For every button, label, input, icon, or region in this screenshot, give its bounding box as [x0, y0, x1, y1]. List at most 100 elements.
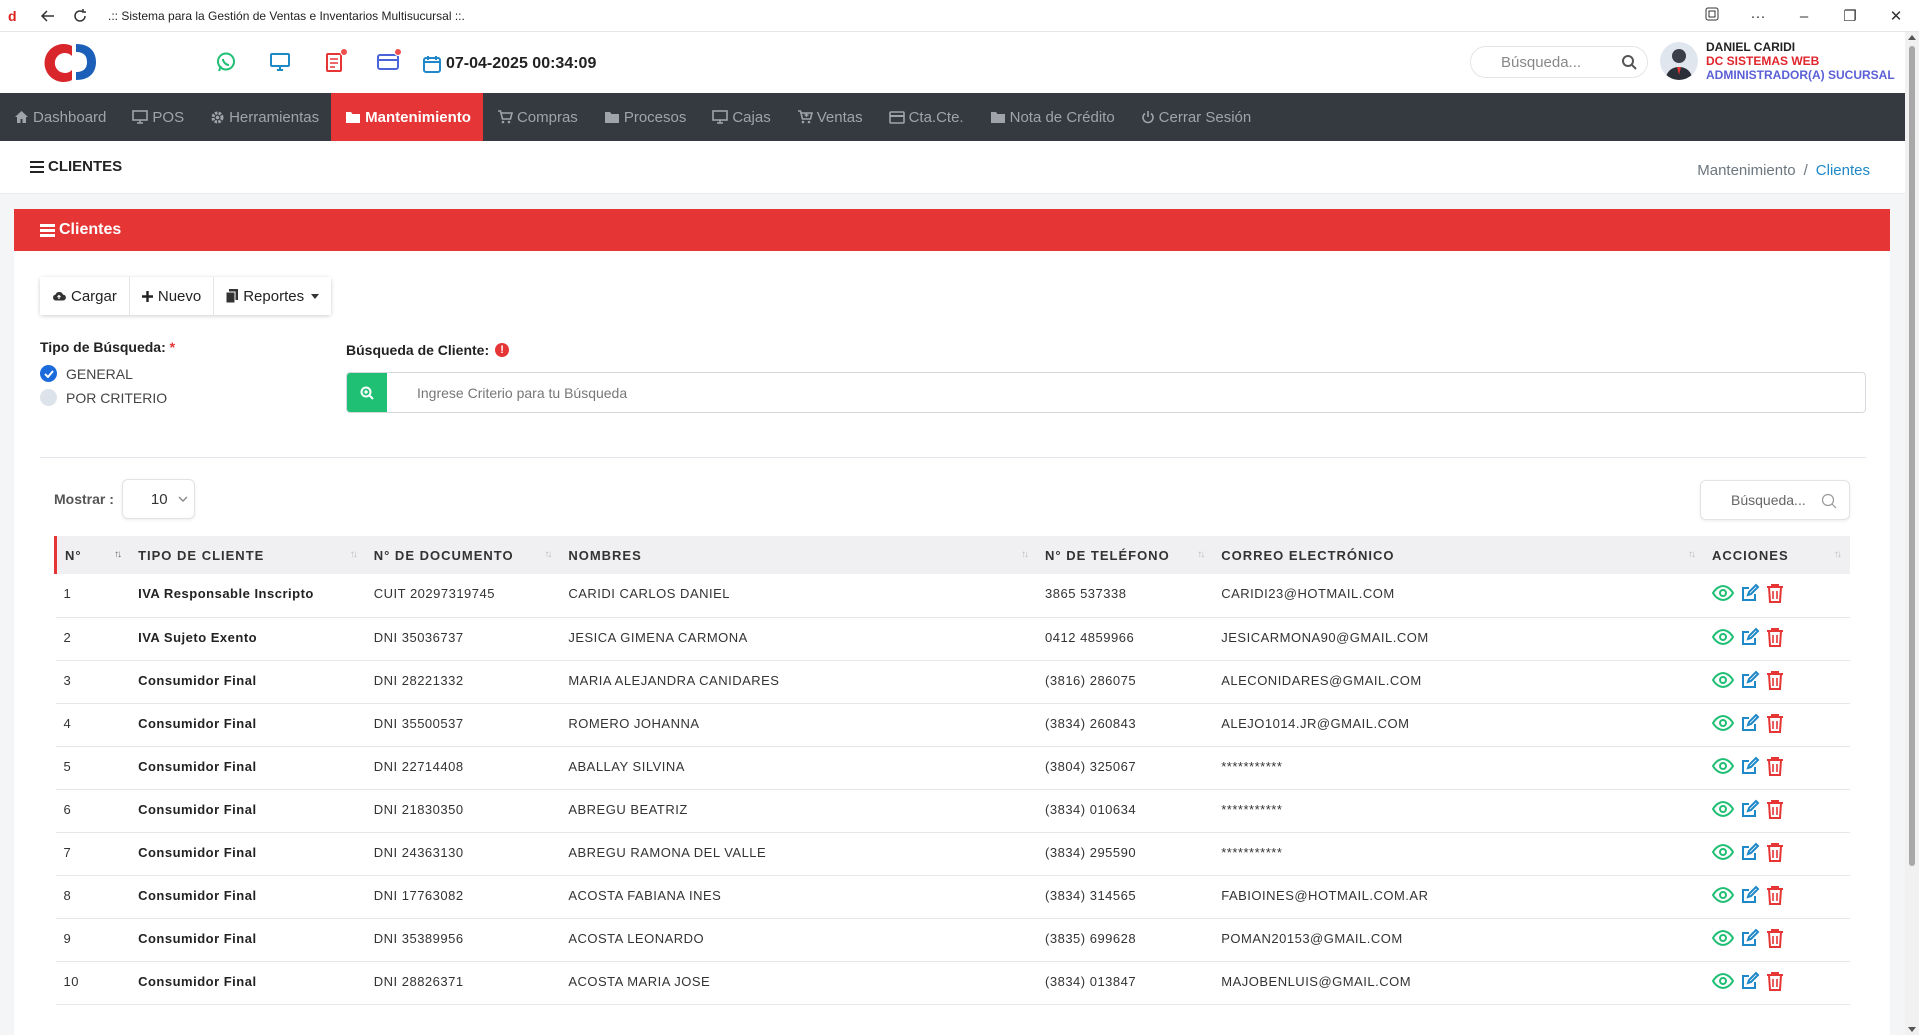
nav-cerrar-sesion[interactable]: Cerrar Sesión [1127, 93, 1264, 141]
table-row[interactable]: 4 Consumidor Final DNI 35500537 ROMERO JOHA… [55, 703, 1850, 746]
table-row[interactable]: 5 Consumidor Final DNI 22714408 ABALLAY SIL… [55, 746, 1850, 789]
app-header: 07-04-2025 00:34:09 Búsqueda... DANIEL C… [0, 32, 1905, 93]
nav-compras[interactable]: Compras [483, 93, 590, 141]
page-title: CLIENTES [30, 158, 122, 175]
table-row[interactable]: 10 Consumidor Final DNI 28826371 ACOSTA MAR… [55, 961, 1850, 1004]
view-icon[interactable] [1711, 584, 1735, 604]
back-icon[interactable] [34, 2, 62, 30]
nav-mantenimiento[interactable]: Mantenimiento [331, 93, 483, 141]
view-icon[interactable] [1711, 886, 1735, 906]
edit-icon[interactable] [1740, 928, 1760, 951]
cloud-upload-icon [53, 291, 66, 301]
view-icon[interactable] [1711, 757, 1735, 777]
col-nombres[interactable]: NOMBRES ↑↓ [560, 536, 1037, 574]
delete-icon[interactable] [1766, 670, 1784, 693]
minimize-icon[interactable]: – [1781, 8, 1827, 25]
view-icon[interactable] [1711, 714, 1735, 734]
nav-pos[interactable]: POS [118, 93, 196, 141]
delete-icon[interactable] [1766, 799, 1784, 822]
delete-icon[interactable] [1766, 583, 1784, 606]
restore-icon[interactable]: ❐ [1827, 7, 1873, 25]
app-icon[interactable] [1689, 7, 1735, 25]
view-icon[interactable] [1711, 671, 1735, 691]
edit-icon[interactable] [1740, 670, 1760, 693]
reload-icon[interactable] [66, 2, 94, 30]
page-size-select[interactable]: 10 [121, 479, 195, 519]
view-icon[interactable] [1711, 843, 1735, 863]
edit-icon[interactable] [1740, 885, 1760, 908]
delete-icon[interactable] [1766, 756, 1784, 779]
close-icon[interactable]: ✕ [1873, 7, 1919, 25]
nav-cta-cte[interactable]: Cta.Cte. [875, 93, 976, 141]
edit-icon[interactable] [1740, 583, 1760, 606]
list-icon [40, 223, 55, 237]
folder-icon [346, 112, 361, 123]
user-profile[interactable]: DANIEL CARIDI DC SISTEMAS WEB ADMINISTRA… [1660, 40, 1895, 82]
table-search-input[interactable]: Búsqueda... [1700, 480, 1850, 520]
notes-icon[interactable] [320, 48, 348, 76]
radio-unchecked-icon[interactable] [40, 389, 57, 406]
nav-nota-credito[interactable]: Nota de Crédito [976, 93, 1127, 141]
cargar-button[interactable]: Cargar [40, 277, 130, 315]
main-navbar: Dashboard POS Herramientas Mantenimiento… [0, 93, 1905, 141]
col-tipo-cliente[interactable]: TIPO DE CLIENTE ↑↓ [130, 536, 366, 574]
reportes-button[interactable]: Reportes [214, 277, 332, 315]
nav-procesos[interactable]: Procesos [590, 93, 699, 141]
delete-icon[interactable] [1766, 971, 1784, 994]
table-row[interactable]: 1 IVA Responsable Inscripto CUIT 202973197… [55, 574, 1850, 617]
avatar [1660, 42, 1698, 80]
table-row[interactable]: 8 Consumidor Final DNI 17763082 ACOSTA FABI… [55, 875, 1850, 918]
col-acciones[interactable]: ACCIONES ↑↓ [1704, 536, 1850, 574]
view-icon[interactable] [1711, 628, 1735, 648]
edit-icon[interactable] [1740, 799, 1760, 822]
busqueda-cliente-field[interactable]: Ingrese Criterio para tu Búsqueda [346, 372, 1866, 413]
page-scrollbar[interactable] [1905, 32, 1919, 1035]
edit-icon[interactable] [1740, 842, 1760, 865]
table-row[interactable]: 9 Consumidor Final DNI 35389956 ACOSTA LEON… [55, 918, 1850, 961]
table-row[interactable]: 6 Consumidor Final DNI 21830350 ABREGU BEAT… [55, 789, 1850, 832]
more-options-icon[interactable]: ··· [1735, 8, 1781, 25]
nav-dashboard[interactable]: Dashboard [0, 93, 118, 141]
card-icon[interactable] [374, 48, 402, 76]
delete-icon[interactable] [1766, 928, 1784, 951]
nav-cajas[interactable]: Cajas [698, 93, 782, 141]
radio-por-criterio[interactable]: POR CRITERIO [40, 389, 167, 406]
col-numero[interactable]: N° ↑↓ [54, 536, 131, 574]
col-telefono[interactable]: N° DE TELÉFONO ↑↓ [1037, 536, 1213, 574]
delete-icon[interactable] [1766, 713, 1784, 736]
cell-acciones [1704, 875, 1850, 918]
breadcrumb-current[interactable]: Clientes [1816, 162, 1870, 179]
whatsapp-icon[interactable] [212, 48, 240, 76]
radio-checked-icon[interactable] [40, 365, 57, 382]
edit-icon[interactable] [1740, 756, 1760, 779]
table-row[interactable]: 2 IVA Sujeto Exento DNI 35036737 JESICA GIM… [55, 617, 1850, 660]
table-row[interactable]: 7 Consumidor Final DNI 24363130 ABREGU RAMO… [55, 832, 1850, 875]
plus-icon [141, 290, 153, 302]
delete-icon[interactable] [1766, 885, 1784, 908]
search-button[interactable] [347, 373, 387, 412]
edit-icon[interactable] [1740, 971, 1760, 994]
delete-icon[interactable] [1766, 627, 1784, 650]
cell-tipo-cliente: Consumidor Final [138, 801, 257, 817]
radio-general[interactable]: GENERAL [40, 365, 133, 382]
monitor-icon[interactable] [266, 48, 294, 76]
delete-icon[interactable] [1766, 842, 1784, 865]
col-documento[interactable]: N° DE DOCUMENTO ↑↓ [366, 536, 561, 574]
header-search-input[interactable]: Búsqueda... [1470, 46, 1648, 78]
cell-telefono: (3834) 295590 [1045, 844, 1137, 860]
page-size-control: Mostrar : 10 [54, 479, 195, 519]
table-row[interactable]: 3 Consumidor Final DNI 28221332 MARIA ALEJA… [55, 660, 1850, 703]
edit-icon[interactable] [1740, 713, 1760, 736]
app-logo[interactable] [32, 40, 106, 84]
nav-ventas[interactable]: Ventas [783, 93, 875, 141]
col-correo[interactable]: CORREO ELECTRÓNICO ↑↓ [1213, 536, 1704, 574]
breadcrumb-parent[interactable]: Mantenimiento [1697, 162, 1795, 179]
breadcrumb: Mantenimiento / Clientes [1697, 162, 1870, 179]
view-icon[interactable] [1711, 972, 1735, 992]
edit-icon[interactable] [1740, 627, 1760, 650]
nuevo-button[interactable]: Nuevo [129, 277, 215, 315]
cell-documento: DNI 35500537 [373, 715, 464, 731]
view-icon[interactable] [1711, 929, 1735, 949]
nav-herramientas[interactable]: Herramientas [196, 93, 331, 141]
view-icon[interactable] [1711, 800, 1735, 820]
